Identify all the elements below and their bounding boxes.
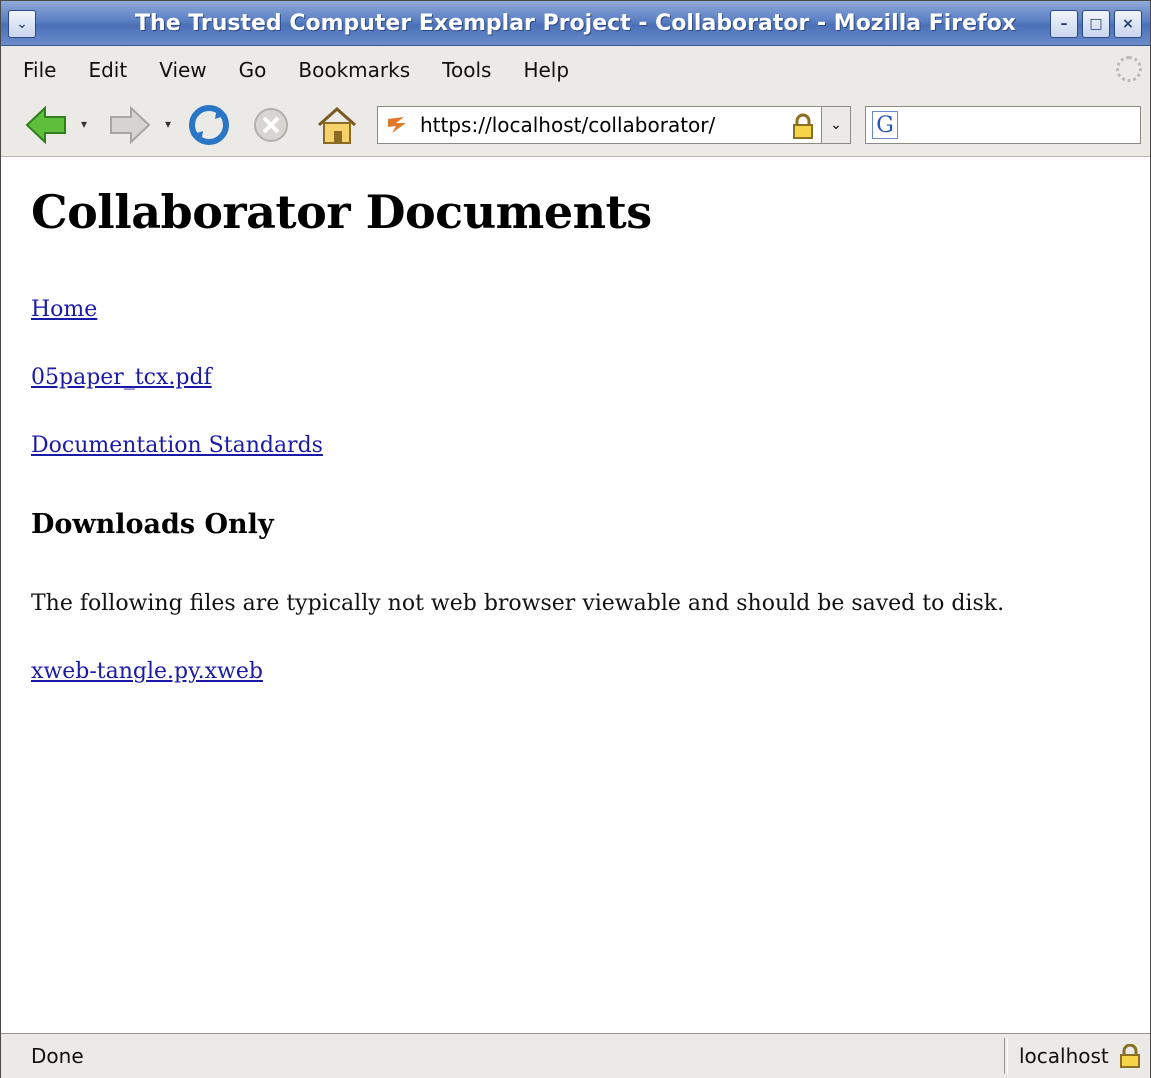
browser-window: ⌄ The Trusted Computer Exemplar Project … <box>0 0 1151 1078</box>
menu-bookmarks[interactable]: Bookmarks <box>298 58 410 82</box>
menu-view[interactable]: View <box>159 58 206 82</box>
menu-bar: File Edit View Go Bookmarks Tools Help <box>1 46 1150 94</box>
menu-edit[interactable]: Edit <box>88 58 127 82</box>
downloads-heading: Downloads Only <box>31 509 274 540</box>
link-xweb-download[interactable]: xweb-tangle.py.xweb <box>31 659 263 684</box>
title-bar: ⌄ The Trusted Computer Exemplar Project … <box>1 1 1150 46</box>
minimize-button[interactable]: – <box>1050 10 1078 38</box>
link-documentation-standards[interactable]: Documentation Standards <box>31 433 323 458</box>
menu-tools[interactable]: Tools <box>442 58 491 82</box>
page-heading: Collaborator Documents <box>31 185 652 239</box>
reload-icon[interactable] <box>187 103 231 147</box>
status-bar: Done localhost <box>1 1033 1150 1078</box>
maximize-button[interactable]: □ <box>1082 10 1110 38</box>
security-lock-icon[interactable] <box>1119 1044 1141 1068</box>
back-dropdown-icon[interactable]: ▾ <box>81 117 87 131</box>
page-content: Collaborator Documents Home 05paper_tcx.… <box>1 157 1150 1032</box>
back-arrow-icon[interactable] <box>23 103 69 147</box>
close-button[interactable]: × <box>1114 10 1142 38</box>
window-title: The Trusted Computer Exemplar Project - … <box>135 10 1016 36</box>
url-text[interactable]: https://localhost/collaborator/ <box>420 107 715 143</box>
url-history-dropdown[interactable]: ⌄ <box>821 107 850 143</box>
home-icon[interactable] <box>313 103 361 147</box>
link-paper-pdf[interactable]: 05paper_tcx.pdf <box>31 365 212 390</box>
menu-help[interactable]: Help <box>523 58 569 82</box>
menu-go[interactable]: Go <box>239 58 267 82</box>
forward-dropdown-icon[interactable]: ▾ <box>165 117 171 131</box>
throbber-icon <box>1116 56 1142 82</box>
downloads-description: The following files are typically not we… <box>31 591 1005 616</box>
status-host: localhost <box>1019 1044 1109 1068</box>
status-text: Done <box>31 1044 84 1068</box>
stop-icon[interactable] <box>249 103 293 147</box>
chevron-down-icon: ⌄ <box>830 117 842 133</box>
forward-arrow-icon[interactable] <box>107 103 153 147</box>
navigation-toolbar: ▾ ▾ https://localhost/collaborator/ ⌄ G <box>1 94 1150 157</box>
search-engine-icon[interactable]: G <box>872 111 898 139</box>
menu-file[interactable]: File <box>23 58 56 82</box>
page-favicon-icon <box>388 117 406 133</box>
padlock-icon[interactable] <box>791 113 815 139</box>
address-bar[interactable]: https://localhost/collaborator/ ⌄ <box>377 106 851 144</box>
status-divider <box>1004 1038 1008 1074</box>
search-bar[interactable]: G <box>865 106 1141 144</box>
link-home[interactable]: Home <box>31 297 97 322</box>
